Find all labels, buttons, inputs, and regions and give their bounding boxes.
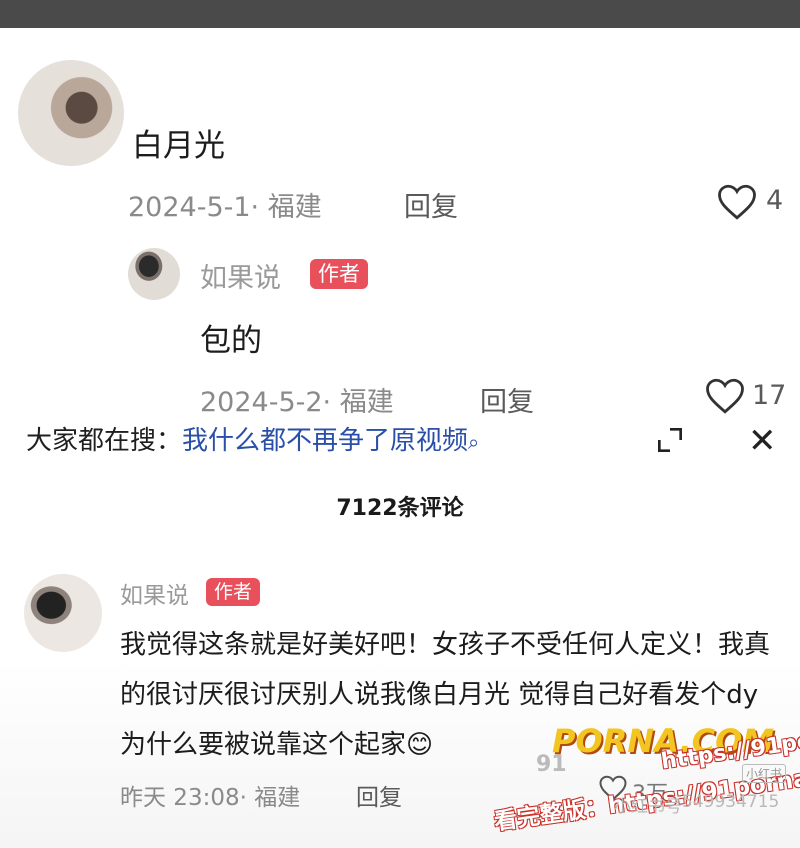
close-icon[interactable]: ✕ bbox=[748, 424, 777, 458]
expand-icon[interactable] bbox=[654, 424, 686, 456]
author-badge: 作者 bbox=[310, 259, 368, 289]
author-name[interactable]: 如果说 bbox=[200, 256, 281, 295]
like-count: 4 bbox=[766, 185, 784, 216]
reply-text: 包的 bbox=[200, 323, 262, 359]
heart-icon[interactable] bbox=[704, 376, 746, 416]
avatar[interactable] bbox=[24, 574, 102, 652]
search-icon: ⌕ bbox=[468, 430, 480, 454]
reply-button[interactable]: 回复 bbox=[480, 380, 534, 419]
comment-meta: 2024-5-1· 福建 bbox=[128, 192, 322, 223]
search-suggestion[interactable]: 大家都在搜：我什么都不再争了原视频⌕ bbox=[26, 420, 586, 460]
watermark-prefix: 91 bbox=[536, 752, 567, 777]
comment-text: 白月光 bbox=[132, 128, 225, 164]
avatar[interactable] bbox=[18, 60, 124, 166]
like-count: 17 bbox=[752, 380, 787, 411]
xhs-badge: 小红书 bbox=[742, 764, 787, 783]
search-suggestion-label: 大家都在搜： bbox=[26, 426, 183, 456]
xhs-id: 549934715 bbox=[682, 792, 780, 812]
author-badge: 作者 bbox=[206, 578, 261, 606]
comment-meta: 昨天 23:08· 福建 bbox=[120, 785, 301, 811]
avatar[interactable] bbox=[128, 248, 180, 300]
reply-button[interactable]: 回复 bbox=[404, 185, 458, 224]
reply-button[interactable]: 回复 bbox=[356, 778, 402, 812]
author-name[interactable]: 如果说 bbox=[120, 576, 189, 610]
heart-icon[interactable] bbox=[716, 182, 758, 222]
xhs-label: 小红书号 bbox=[614, 797, 682, 817]
comments-count: 7122条评论 bbox=[336, 496, 464, 521]
search-suggestion-query[interactable]: 我什么都不再争了原视频 bbox=[182, 426, 468, 456]
reply-meta: 2024-5-2· 福建 bbox=[200, 387, 394, 418]
top-status-bar bbox=[0, 0, 800, 28]
